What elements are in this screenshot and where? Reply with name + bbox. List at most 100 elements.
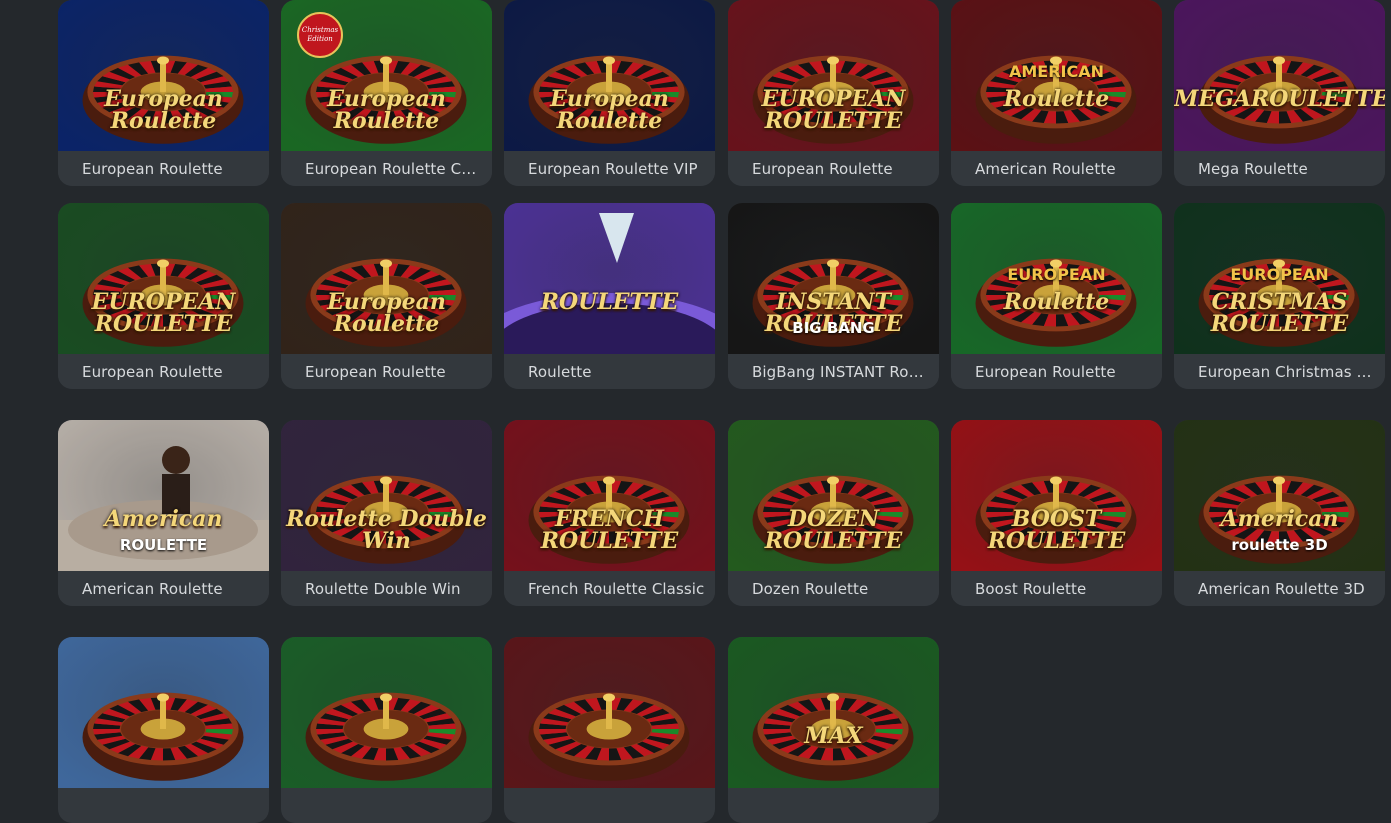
game-title: Boost Roulette (975, 580, 1087, 598)
game-title: European Roulette (82, 363, 223, 381)
game-caption[interactable]: European Roulette Christmas Edition (281, 151, 492, 186)
thumbnail-art-title: DOZEN ROULETTE (764, 506, 903, 554)
game-thumbnail[interactable]: European Roulette Christmas Edition (281, 0, 492, 151)
game-thumbnail[interactable] (58, 637, 269, 788)
game-title: Dozen Roulette (752, 580, 869, 598)
game-card[interactable] (281, 637, 492, 823)
game-thumbnail[interactable]: FRENCH ROULETTE (504, 420, 715, 571)
game-title: European Christmas Roulette (1198, 363, 1376, 381)
game-card[interactable]: European Roulette European Roulette (281, 203, 492, 389)
game-thumbnail[interactable]: INSTANT ROULETTE BIG BANG (728, 203, 939, 354)
thumbnail-art-title: Roulette (1003, 86, 1110, 112)
thumbnail-art-title: ROULETTE (540, 289, 679, 315)
thumbnail-art-supertitle: AMERICAN (1008, 62, 1105, 81)
game-title: French Roulette Classic (528, 580, 705, 598)
thumbnail-art-title: American (1220, 506, 1339, 532)
thumbnail-art-title: EUROPEAN ROULETTE (761, 86, 906, 134)
game-caption[interactable]: Dozen Roulette (728, 571, 939, 606)
game-caption[interactable]: European Roulette (951, 354, 1162, 389)
game-card[interactable]: EUROPEAN ROULETTE European Roulette (728, 0, 939, 186)
game-card[interactable]: Roulette AMERICAN American Roulette (951, 0, 1162, 186)
thumbnail-art-title: European Roulette (327, 86, 446, 134)
game-title: Roulette (528, 363, 592, 381)
game-caption[interactable]: European Roulette (281, 354, 492, 389)
thumbnail-art-subtitle: roulette 3D (1231, 536, 1328, 554)
game-thumbnail[interactable]: American roulette 3D (1174, 420, 1385, 571)
game-thumbnail[interactable]: European Roulette (58, 0, 269, 151)
game-caption[interactable]: BigBang INSTANT Roulette (728, 354, 939, 389)
game-card[interactable]: MEGAROULETTE Mega Roulette (1174, 0, 1385, 186)
game-card[interactable]: American roulette 3D American Roulette 3D (1174, 420, 1385, 606)
thumbnail-art-title: American (104, 506, 223, 532)
thumbnail-art-title: CRISTMAS ROULETTE (1210, 289, 1349, 337)
game-card[interactable]: MAX (728, 637, 939, 823)
game-thumbnail[interactable]: European Roulette (281, 203, 492, 354)
game-caption[interactable]: European Christmas Roulette (1174, 354, 1385, 389)
game-grid: European Roulette European Roulette Europ… (0, 0, 1391, 823)
thumbnail-art-title: FRENCH ROULETTE (540, 506, 679, 554)
game-caption[interactable]: Mega Roulette (1174, 151, 1385, 186)
game-card[interactable]: CRISTMAS ROULETTE EUROPEAN European Christ… (1174, 203, 1385, 389)
thumbnail-badge: Christmas Edition (297, 12, 343, 58)
game-thumbnail[interactable]: Roulette Double Win (281, 420, 492, 571)
thumbnail-art-supertitle: EUROPEAN (1007, 265, 1106, 284)
game-caption[interactable]: European Roulette (58, 151, 269, 186)
game-card[interactable] (504, 637, 715, 823)
game-title: European Roulette (82, 160, 223, 178)
game-thumbnail[interactable]: CRISTMAS ROULETTE EUROPEAN (1174, 203, 1385, 354)
thumbnail-art-title: MEGAROULETTE (1174, 86, 1385, 112)
game-card[interactable]: European Roulette European Roulette VIP (504, 0, 715, 186)
game-card[interactable]: Roulette Double Win Roulette Double Win (281, 420, 492, 606)
game-caption[interactable]: Boost Roulette (951, 571, 1162, 606)
game-thumbnail[interactable]: BOOST ROULETTE (951, 420, 1162, 571)
game-card[interactable] (58, 637, 269, 823)
game-title: Mega Roulette (1198, 160, 1308, 178)
thumbnail-art-title: BOOST ROULETTE (987, 506, 1126, 554)
game-card[interactable]: European Roulette Christmas Edition Europe… (281, 0, 492, 186)
game-title: American Roulette (975, 160, 1116, 178)
game-caption[interactable]: American Roulette (951, 151, 1162, 186)
thumbnail-art-title: European Roulette (550, 86, 669, 134)
thumbnail-art-title: European Roulette (104, 86, 223, 134)
game-caption[interactable]: American Roulette 3D (1174, 571, 1385, 606)
thumbnail-art-title: Roulette (1003, 289, 1110, 315)
game-thumbnail[interactable]: DOZEN ROULETTE (728, 420, 939, 571)
game-card[interactable]: INSTANT ROULETTE BIG BANG BigBang INSTANT … (728, 203, 939, 389)
game-thumbnail[interactable]: Roulette EUROPEAN (951, 203, 1162, 354)
game-caption[interactable]: French Roulette Classic (504, 571, 715, 606)
game-card[interactable]: Roulette EUROPEAN European Roulette (951, 203, 1162, 389)
thumbnail-art-subtitle: BIG BANG (792, 319, 875, 337)
game-card[interactable]: BOOST ROULETTE Boost Roulette (951, 420, 1162, 606)
game-caption[interactable]: American Roulette (58, 571, 269, 606)
game-card[interactable]: ROULETTE Roulette (504, 203, 715, 389)
game-caption[interactable]: Roulette (504, 354, 715, 389)
thumbnail-art-title: MAX (804, 723, 863, 749)
game-card[interactable]: DOZEN ROULETTE Dozen Roulette (728, 420, 939, 606)
game-caption[interactable]: European Roulette VIP (504, 151, 715, 186)
game-thumbnail[interactable]: Roulette AMERICAN (951, 0, 1162, 151)
game-card[interactable]: FRENCH ROULETTE French Roulette Classic (504, 420, 715, 606)
game-thumbnail[interactable]: European Roulette (504, 0, 715, 151)
game-title: European Roulette (305, 363, 446, 381)
game-card[interactable]: EUROPEAN ROULETTE European Roulette (58, 203, 269, 389)
game-thumbnail[interactable]: EUROPEAN ROULETTE (728, 0, 939, 151)
game-title: European Roulette Christmas Edition (305, 160, 483, 178)
game-caption[interactable]: European Roulette (728, 151, 939, 186)
game-title: European Roulette (752, 160, 893, 178)
game-caption[interactable]: European Roulette (58, 354, 269, 389)
thumbnail-art-title: European Roulette (327, 289, 446, 337)
thumbnail-art-title: EUROPEAN ROULETTE (91, 289, 236, 337)
game-thumbnail[interactable]: ROULETTE (504, 203, 715, 354)
game-thumbnail[interactable]: MAX (728, 637, 939, 788)
game-thumbnail[interactable]: MEGAROULETTE (1174, 0, 1385, 151)
game-card[interactable]: American ROULETTE American Roulette (58, 420, 269, 606)
game-title: American Roulette 3D (1198, 580, 1365, 598)
game-title: European Roulette VIP (528, 160, 698, 178)
game-card[interactable]: European Roulette European Roulette (58, 0, 269, 186)
game-thumbnail[interactable]: American ROULETTE (58, 420, 269, 571)
game-thumbnail[interactable] (504, 637, 715, 788)
game-thumbnail[interactable] (281, 637, 492, 788)
game-thumbnail[interactable]: EUROPEAN ROULETTE (58, 203, 269, 354)
game-title: American Roulette (82, 580, 223, 598)
game-caption[interactable]: Roulette Double Win (281, 571, 492, 606)
